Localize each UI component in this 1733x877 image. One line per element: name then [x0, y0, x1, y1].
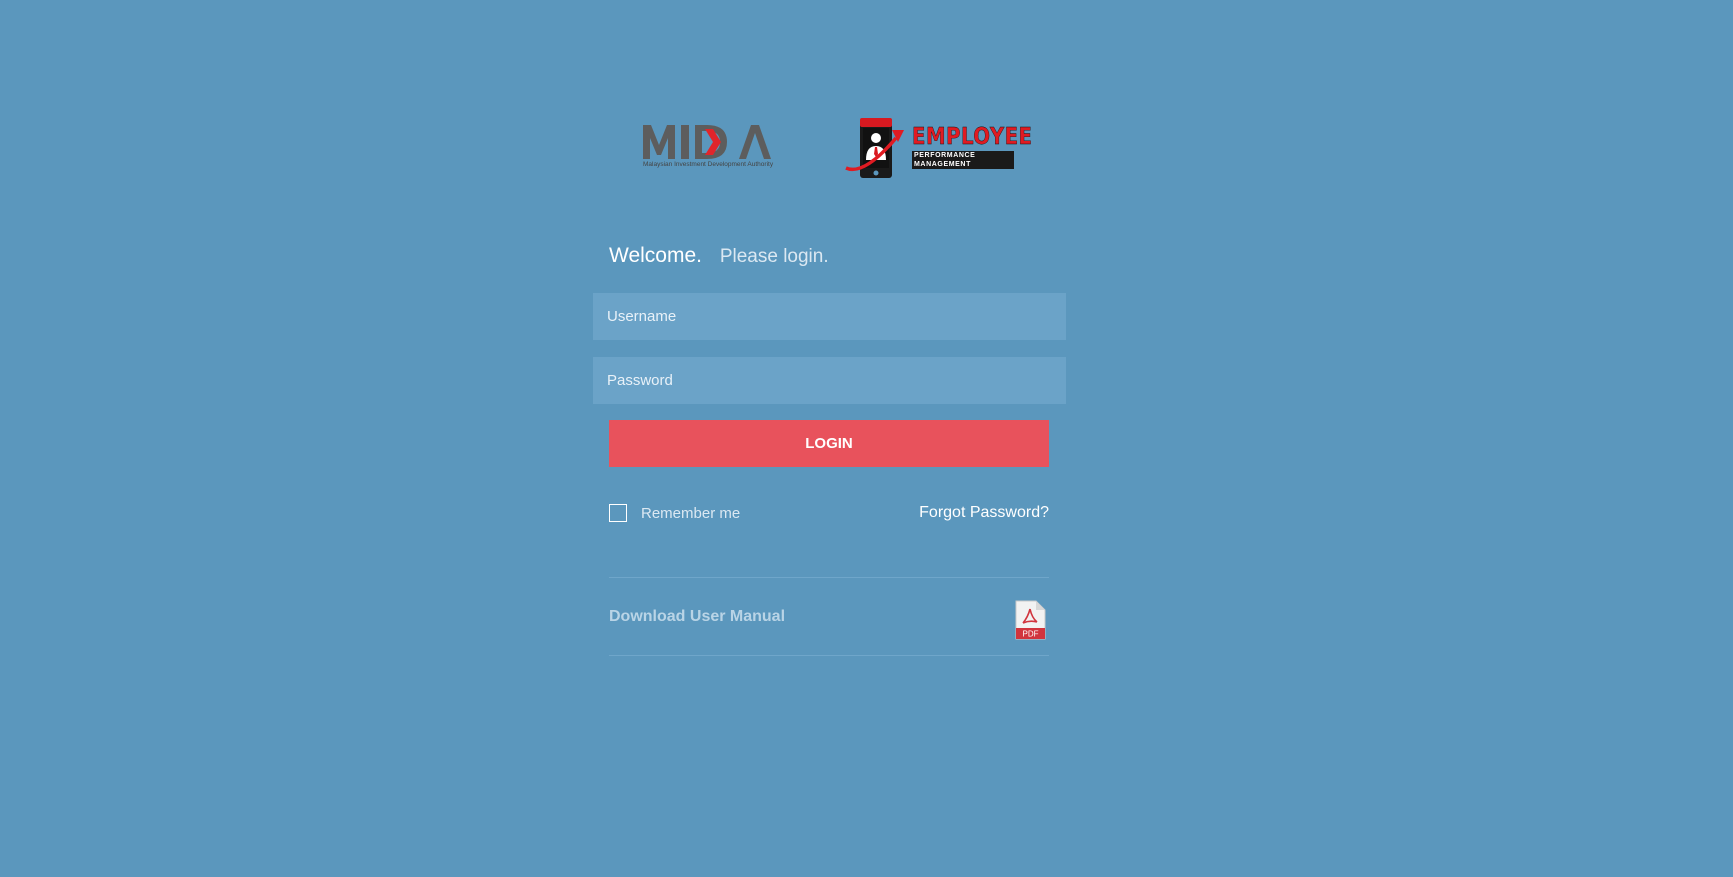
epm-title: EMPLOYEE — [912, 124, 1033, 150]
mida-subtitle: Malaysian Investment Development Authori… — [643, 161, 774, 168]
download-user-manual-link[interactable]: Download User Manual — [609, 608, 785, 626]
username-input[interactable] — [593, 293, 1066, 340]
divider — [609, 577, 1049, 578]
remember-me-row[interactable]: Remember me — [609, 504, 740, 522]
mida-logo: Malaysian Investment Development Authori… — [641, 121, 775, 171]
login-page: Malaysian Investment Development Authori… — [0, 0, 1733, 877]
divider — [609, 655, 1049, 656]
pdf-file-icon[interactable]: PDF — [1014, 600, 1046, 640]
password-input[interactable] — [593, 357, 1066, 404]
login-button[interactable]: LOGIN — [609, 420, 1049, 467]
remember-me-label[interactable]: Remember me — [641, 505, 740, 522]
mida-logo-mark — [643, 125, 771, 159]
remember-me-checkbox[interactable] — [609, 504, 627, 522]
phone-person-icon — [845, 118, 904, 178]
epm-logo: EMPLOYEE PERFORMANCE MANAGEMENT — [844, 116, 1032, 180]
forgot-password-link[interactable]: Forgot Password? — [919, 504, 1049, 522]
welcome-heading: Welcome. Please login. — [609, 244, 829, 268]
epm-subtitle: PERFORMANCE MANAGEMENT — [912, 151, 1014, 169]
svg-text:PDF: PDF — [1023, 630, 1039, 639]
welcome-text: Welcome. — [609, 244, 702, 267]
please-login-text: Please login. — [719, 246, 829, 267]
